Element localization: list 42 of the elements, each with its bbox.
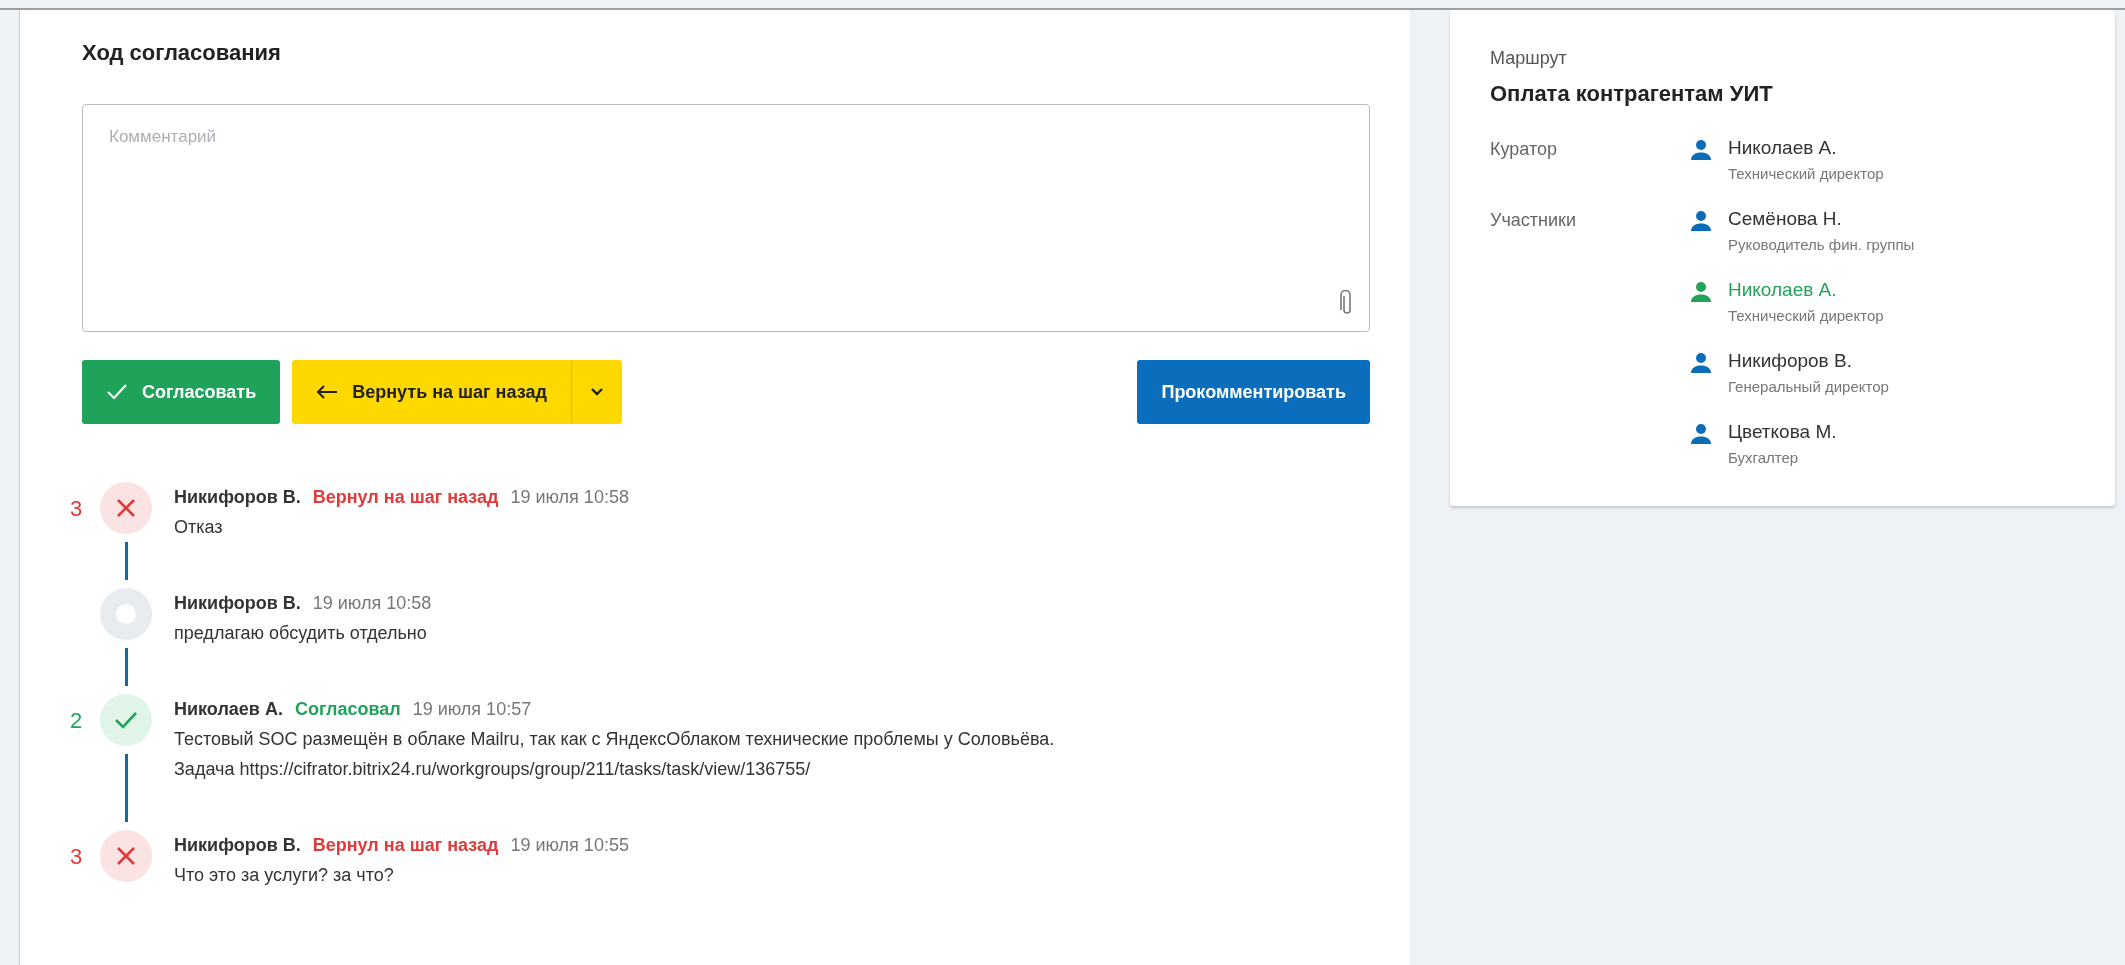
caret-icon [589, 387, 604, 397]
person-position: Руководитель фин. группы [1728, 236, 1915, 253]
person-position: Технический директор [1728, 165, 1884, 182]
author-name: Никифоров В. [174, 834, 301, 857]
step-number: 3 [70, 496, 83, 521]
action-status: Вернул на шаг назад [312, 834, 499, 857]
entry-date: 19 июля 10:55 [510, 834, 629, 857]
comment-text: Что это за услуги? за что? [174, 864, 395, 887]
person-name: Николаев А. [1728, 137, 1838, 159]
route-label: Маршрут [1490, 48, 1568, 69]
person-name: Цветкова М. [1728, 421, 1837, 443]
entry-date: 19 июля 10:57 [412, 698, 532, 721]
comment-field[interactable]: Комментарий [82, 104, 1370, 332]
step-number: 3 [70, 844, 83, 869]
role-label: Участники [1490, 209, 1577, 232]
action-status: Согласовал [294, 698, 401, 721]
section-title: Ход согласования [82, 40, 282, 67]
route-name: Оплата контрагентам УИТ [1490, 81, 1774, 107]
action-status: Вернул на шаг назад [312, 486, 499, 509]
person-name: Никифоров В. [1728, 350, 1853, 372]
comment-text: Тестовый SOC размещён в облаке Mailru, так как с ЯндексОблаком технические проблемы у Соловьёва. [174, 728, 1055, 751]
check-icon [106, 383, 128, 401]
step-number: 2 [70, 708, 83, 733]
author-name: Николаев А. [174, 698, 283, 721]
person-position: Генеральный директор [1728, 378, 1889, 395]
entry-date: 19 июля 10:58 [510, 486, 629, 509]
comment-button[interactable]: Прокомментировать [1137, 360, 1370, 424]
person-name: Николаев А. [1728, 279, 1838, 301]
arrow-left-icon [316, 385, 339, 399]
person-name: Семёнова Н. [1728, 208, 1843, 230]
comment-text: Задача https://cifrator.bitrix24.ru/workgroups/group/211/tasks/task/view/136755/ [174, 758, 812, 781]
approve-button[interactable]: Согласовать [82, 360, 281, 424]
person-position: Технический директор [1728, 307, 1884, 324]
comment-text: предлагаю обсудить отдельно [174, 622, 428, 645]
role-label: Куратор [1490, 138, 1558, 161]
comment-text: Отказ [174, 516, 224, 539]
return-button[interactable]: Вернуть на шаг назад [292, 360, 571, 424]
author-name: Никифоров В. [174, 592, 301, 615]
person-position: Бухгалтер [1728, 449, 1800, 466]
author-name: Никифоров В. [174, 486, 301, 509]
entry-date: 19 июля 10:58 [312, 592, 432, 615]
paperclip-icon[interactable] [1340, 290, 1354, 316]
